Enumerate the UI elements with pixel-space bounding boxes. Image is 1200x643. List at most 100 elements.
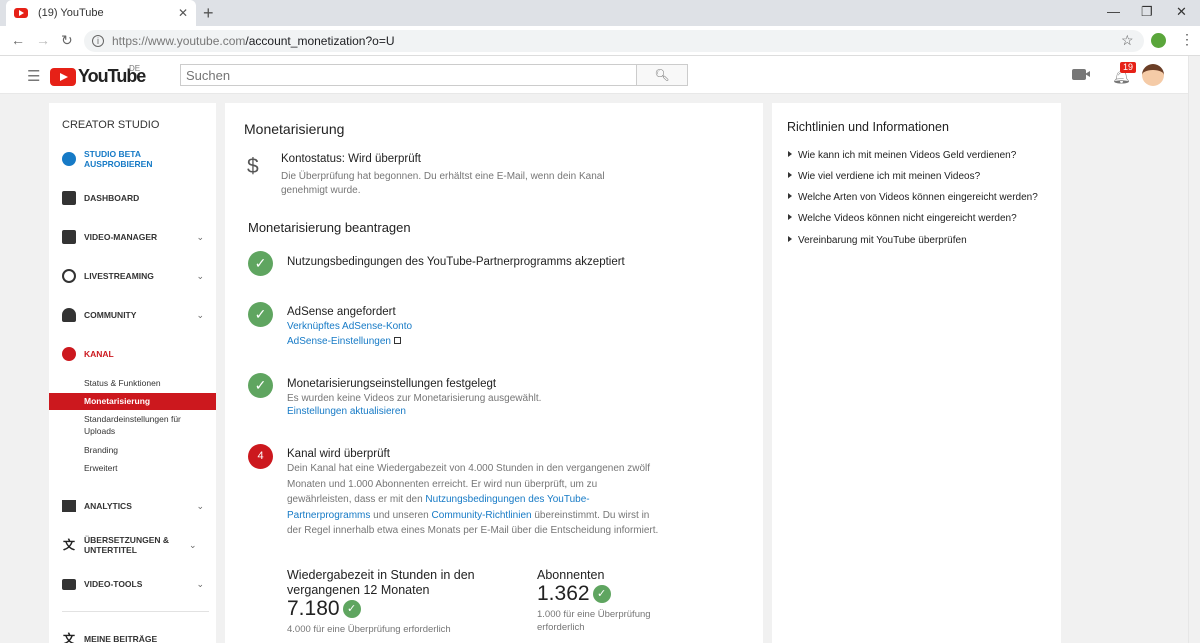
guideline-link[interactable]: Welche Arten von Videos können eingereic… — [788, 192, 1038, 203]
page-scrollbar[interactable] — [1188, 56, 1200, 643]
restore-icon[interactable]: ❐ — [1141, 4, 1153, 20]
dashboard-icon — [62, 191, 76, 205]
watch-time-label: Wiedergabezeit in Stunden in den vergang… — [287, 568, 475, 597]
guideline-link-label: Welche Videos können nicht eingereicht w… — [798, 213, 1017, 224]
sidebar-item-studio-beta[interactable]: STUDIO BETA AUSPROBIEREN — [49, 148, 216, 170]
triangle-right-icon — [788, 151, 792, 157]
guideline-link[interactable]: Welche Videos können nicht eingereicht w… — [788, 213, 1017, 224]
sidebar-item-label: DASHBOARD — [84, 193, 140, 203]
sidebar-item-translations[interactable]: 文 ÜBERSETZUNGEN & UNTERTITEL ⌄ — [49, 533, 216, 557]
chevron-down-icon[interactable]: ⌄ — [196, 310, 204, 321]
sidebar-item-livestreaming[interactable]: LIVESTREAMING ⌄ — [49, 264, 216, 288]
chevron-down-icon[interactable]: ⌄ — [196, 501, 204, 512]
site-info-icon[interactable]: i — [92, 35, 104, 47]
browser-tab[interactable]: (19) YouTube ✕ — [6, 0, 196, 26]
browser-tab-strip: (19) YouTube ✕ + — ❐ ✕ — [0, 0, 1200, 26]
watch-time-check-icon: ✓ — [342, 600, 361, 618]
sidebar-item-contributions[interactable]: 文 MEINE BEITRÄGE — [49, 627, 216, 643]
close-window-icon[interactable]: ✕ — [1176, 4, 1187, 20]
minimize-icon[interactable]: — — [1107, 4, 1120, 19]
url-host: https://www.youtube.com — [112, 34, 246, 48]
step-4-number-badge: 4 — [248, 444, 273, 469]
address-bar: ← → ↻ i https://www.youtube.com/account_… — [0, 26, 1200, 56]
sidebar-item-label: COMMUNITY — [84, 310, 137, 320]
update-settings-link[interactable]: Einstellungen aktualisieren — [287, 406, 406, 417]
translate-icon: 文 — [62, 538, 75, 552]
browser-menu-icon[interactable]: ⋮ — [1180, 31, 1194, 48]
watch-time-stat: 7.180 ✓ — [287, 597, 361, 621]
extension-icon[interactable] — [1151, 33, 1166, 48]
back-arrow-icon[interactable]: ← — [11, 32, 25, 48]
url-path: /account_monetization?o=U — [245, 34, 395, 48]
guideline-link[interactable]: Wie viel verdiene ich mit meinen Videos? — [788, 171, 980, 182]
youtube-favicon-icon — [14, 8, 28, 18]
sidebar-item-label: KANAL — [84, 349, 114, 359]
subscribers-requirement: 1.000 für eine Überprüfung erforderlich — [537, 609, 651, 633]
upload-video-icon[interactable] — [1072, 69, 1090, 80]
bookmark-star-icon[interactable]: ☆ — [1121, 32, 1134, 49]
sidebar-item-kanal[interactable]: KANAL — [49, 342, 216, 366]
watch-time-requirement: 4.000 für eine Überprüfung erforderlich — [287, 624, 451, 635]
chevron-down-icon[interactable]: ⌄ — [196, 579, 204, 590]
sidebar-subitem-branding[interactable]: Branding — [49, 444, 216, 456]
sidebar-subitem-upload-defaults[interactable]: Standardeinstellungen für Uploads — [49, 413, 199, 437]
sidebar-item-analytics[interactable]: ANALYTICS ⌄ — [49, 494, 216, 518]
reload-icon[interactable]: ↻ — [61, 32, 73, 49]
notification-count-badge: 19 — [1120, 62, 1137, 73]
guideline-link-label: Vereinbarung mit YouTube überprüfen — [798, 235, 967, 246]
avatar[interactable] — [1142, 64, 1164, 86]
sidebar-item-video-tools[interactable]: VIDEO-TOOLS ⌄ — [49, 572, 216, 596]
guideline-link[interactable]: Wie kann ich mit meinen Videos Geld verd… — [788, 150, 1016, 161]
community-guidelines-link[interactable]: Community-Richtlinien — [432, 510, 532, 521]
monetization-panel: Monetarisierung $ Kontostatus: Wird über… — [225, 103, 763, 643]
youtube-logo-icon — [50, 67, 76, 86]
sidebar-divider — [62, 611, 209, 612]
sidebar-subitem-status[interactable]: Status & Funktionen — [49, 377, 216, 389]
search-input[interactable] — [180, 64, 637, 86]
video-tools-icon — [62, 578, 76, 590]
linked-adsense-account-link[interactable]: Verknüpftes AdSense-Konto — [287, 321, 412, 332]
sidebar-item-label: VIDEO-MANAGER — [84, 232, 158, 242]
guideline-link-label: Wie kann ich mit meinen Videos Geld verd… — [798, 150, 1017, 161]
chevron-down-icon[interactable]: ⌄ — [196, 271, 204, 282]
sidebar-item-label: ANALYTICS — [84, 501, 132, 511]
gear-icon — [62, 152, 76, 166]
new-tab-button[interactable]: + — [203, 3, 214, 24]
triangle-right-icon — [788, 193, 792, 199]
step-3-title: Monetarisierungseinstellungen festgelegt — [287, 378, 497, 390]
search-button[interactable]: 🔍︎ — [636, 64, 688, 86]
account-status-description: Die Überprüfung hat begonnen. Du erhälts… — [281, 171, 605, 196]
subscribers-label: Abonnenten — [537, 568, 605, 582]
video-manager-icon — [62, 230, 76, 244]
watch-time-value: 7.180 — [287, 597, 340, 620]
forward-arrow-icon[interactable]: → — [36, 32, 50, 48]
channel-icon — [62, 347, 76, 361]
chevron-down-icon[interactable]: ⌄ — [196, 232, 204, 243]
chevron-down-icon[interactable]: ⌄ — [189, 540, 197, 551]
account-status: Kontostatus: Wird überprüft — [281, 153, 421, 165]
guideline-link[interactable]: Vereinbarung mit YouTube überprüfen — [788, 235, 967, 246]
sidebar-item-label: MEINE BEITRÄGE — [84, 634, 158, 643]
triangle-right-icon — [788, 236, 792, 242]
search-icon: 🔍︎ — [654, 68, 670, 82]
youtube-header: ☰ YouTube DE 🔍︎ 🔔︎ 19 — [0, 56, 1188, 94]
hamburger-menu-icon[interactable]: ☰ — [27, 67, 40, 85]
adsense-settings-link[interactable]: AdSense-Einstellungen — [287, 336, 401, 347]
adsense-settings-label: AdSense-Einstellungen — [287, 336, 391, 347]
step-4-text: Dein Kanal hat eine Wiedergabezeit von 4… — [287, 461, 662, 539]
step-3-text: Es wurden keine Videos zur Monetarisieru… — [287, 393, 542, 404]
sidebar-item-video-manager[interactable]: VIDEO-MANAGER ⌄ — [49, 225, 216, 249]
tab-close-icon[interactable]: ✕ — [178, 6, 188, 20]
triangle-right-icon — [788, 172, 792, 178]
sidebar-subitem-monetization[interactable]: Monetarisierung — [49, 393, 216, 410]
country-code: DE — [129, 64, 141, 73]
community-icon — [62, 308, 76, 322]
sidebar-item-community[interactable]: COMMUNITY ⌄ — [49, 303, 216, 327]
sidebar-item-label: VIDEO-TOOLS — [84, 579, 143, 589]
step-1-check-icon: ✓ — [248, 251, 273, 276]
sidebar-item-dashboard[interactable]: DASHBOARD — [49, 186, 216, 210]
url-field[interactable]: i https://www.youtube.com/account_moneti… — [84, 30, 1144, 52]
contributions-icon: 文 — [62, 632, 75, 643]
sidebar-subitem-advanced[interactable]: Erweitert — [49, 462, 216, 474]
subscribers-check-icon: ✓ — [592, 585, 611, 603]
